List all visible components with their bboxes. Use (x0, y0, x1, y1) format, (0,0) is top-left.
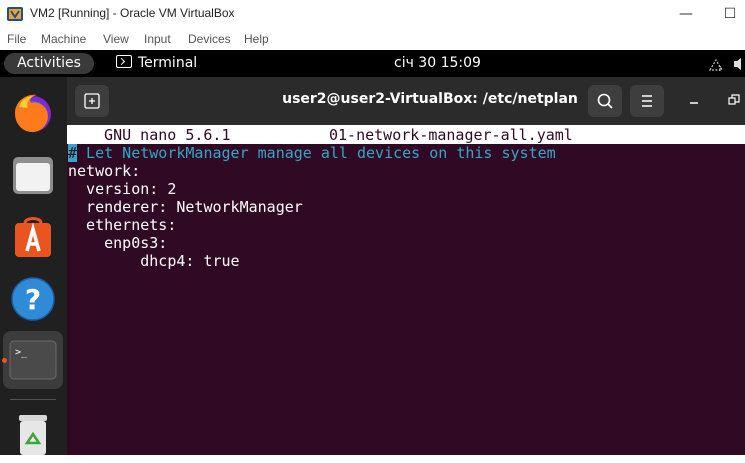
dock-software[interactable] (7, 211, 59, 263)
dock-terminal[interactable]: >_ (3, 331, 63, 389)
maximize-icon[interactable]: ☐ (720, 4, 740, 24)
menu-input[interactable]: Input (144, 32, 171, 46)
terminal-header-bar: user2@user2-VirtualBox: /etc/netplan (67, 77, 745, 125)
files-icon (13, 157, 53, 194)
volume-icon[interactable] (734, 57, 744, 71)
comment-line[interactable]: # Let NetworkManager manage all devices … (68, 144, 556, 162)
host-title-bar: VM2 [Running] - Oracle VM VirtualBox — ☐ (0, 0, 745, 28)
svg-text:?: ? (25, 283, 41, 316)
menu-file[interactable]: File (7, 32, 26, 46)
svg-text:?: ? (718, 65, 722, 72)
menu-button[interactable] (630, 85, 664, 117)
restore-window-icon[interactable] (727, 93, 741, 107)
hamburger-menu-icon (642, 95, 652, 107)
dock-separator (10, 399, 56, 400)
dock-firefox[interactable] (7, 87, 59, 139)
app-menu-terminal[interactable]: Terminal (116, 55, 197, 71)
text-cursor: # (68, 144, 78, 162)
activities-button[interactable]: Activities (4, 53, 94, 74)
minimize-icon[interactable]: — (676, 4, 696, 24)
host-menu-bar: File Machine View Input Devices Help (0, 28, 745, 50)
ubuntu-top-bar: Activities Terminal січ 30 15:09 ? (0, 50, 745, 77)
menu-help[interactable]: Help (244, 32, 269, 46)
file-line[interactable]: version: 2 (68, 180, 176, 198)
menu-devices[interactable]: Devices (188, 32, 231, 46)
terminal-icon: >_ (9, 340, 57, 380)
host-window-title: VM2 [Running] - Oracle VM VirtualBox (30, 6, 235, 20)
dock-trash[interactable] (7, 407, 59, 459)
app-menu-label: Terminal (138, 55, 198, 71)
file-line[interactable]: renderer: NetworkManager (68, 198, 303, 216)
svg-text:>_: >_ (15, 347, 28, 358)
clock[interactable]: січ 30 15:09 (394, 55, 481, 71)
nano-file-name: 01-network-manager-all.yaml (329, 126, 573, 144)
trash-icon (19, 415, 47, 455)
file-line[interactable]: dhcp4: true (68, 252, 239, 270)
menu-machine[interactable]: Machine (41, 32, 86, 46)
terminal-window[interactable]: user2@user2-VirtualBox: /etc/netplan GNU… (67, 77, 745, 455)
menu-view[interactable]: View (103, 32, 129, 46)
firefox-icon (15, 94, 51, 133)
comment-text: Let NetworkManager manage all devices on… (77, 144, 556, 162)
file-line[interactable]: network: (68, 162, 140, 180)
virtualbox-logo-icon (7, 7, 23, 21)
file-line[interactable]: ethernets: (68, 216, 176, 234)
dock-files[interactable] (7, 149, 59, 201)
network-icon[interactable]: ? (708, 56, 726, 72)
software-icon (15, 217, 51, 257)
search-icon (597, 93, 613, 109)
dock-help[interactable]: ? (7, 273, 59, 325)
search-button[interactable] (588, 85, 622, 117)
minimize-window-icon[interactable] (687, 93, 701, 107)
terminal-app-icon (116, 55, 132, 68)
running-indicator (2, 358, 7, 363)
help-icon: ? (11, 277, 55, 321)
file-line[interactable]: enp0s3: (68, 234, 167, 252)
ubuntu-dock: ? >_ (0, 77, 67, 455)
nano-version: GNU nano 5.6.1 (86, 126, 231, 144)
